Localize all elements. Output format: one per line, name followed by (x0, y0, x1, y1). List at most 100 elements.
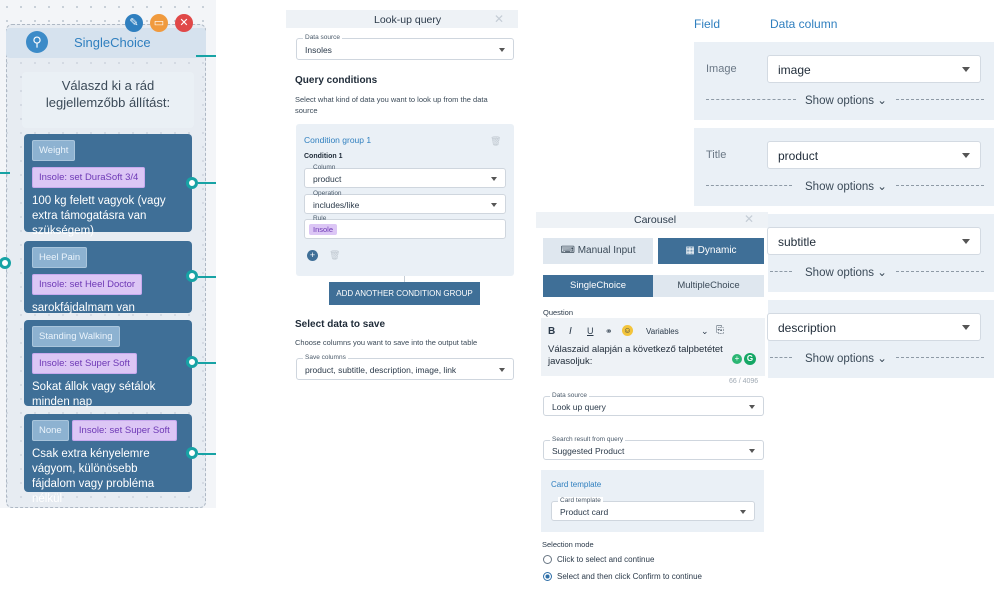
operation-value: includes/like (313, 200, 360, 210)
show-options-toggle[interactable]: Show options ⌄ (805, 93, 887, 107)
question-label: Question (543, 308, 574, 317)
variables-dropdown[interactable]: Variables (646, 327, 679, 336)
trash-icon[interactable]: 🗑 (329, 250, 340, 261)
comment-icon[interactable]: ▭ (150, 14, 168, 32)
column-label: Column (313, 164, 336, 171)
output-port[interactable] (186, 447, 198, 459)
column-value: description (778, 321, 837, 335)
rule-label: Rule (313, 215, 327, 222)
option-text: 100 kg felett vagyok (vagy extra támogat… (32, 195, 166, 237)
operation-select[interactable]: Operation includes/like (304, 190, 506, 214)
option-tag: Heel Pain (32, 247, 88, 268)
pencil-icon[interactable]: ✎ (125, 14, 143, 32)
keyboard-icon: ⌨ (560, 245, 578, 256)
tab-manual-input[interactable]: ⌨ Manual Input (543, 238, 653, 264)
chevron-down-icon (962, 325, 970, 330)
insert-variable-icon[interactable]: ⎘ (716, 325, 724, 336)
radio-click-select[interactable] (543, 555, 552, 564)
trash-icon[interactable]: ✕ (175, 14, 193, 32)
field-name: Title (706, 149, 727, 161)
carousel-panel: Carousel ✕ ⌨ Manual Input ▦ Dynamic Sing… (536, 212, 768, 600)
option-card-none[interactable]: None Insole: set Super Soft Csak extra k… (24, 414, 192, 505)
chevron-down-icon (499, 368, 505, 372)
grammarly-icon[interactable]: G (744, 353, 756, 365)
option-card-weight[interactable]: Weight Insole: set DuraSoft 3/4 100 kg f… (24, 134, 192, 237)
column-value: product (778, 149, 819, 163)
column-select[interactable]: subtitle (767, 227, 981, 255)
trash-icon[interactable]: 🗑 (490, 136, 501, 147)
chevron-down-icon[interactable]: ⌄ (701, 326, 709, 337)
data-source-value: Insoles (305, 45, 332, 55)
connector-line (198, 453, 216, 455)
rule-chip[interactable]: Insole (309, 224, 338, 235)
selection-mode-label: Selection mode (542, 540, 594, 549)
search-result-select[interactable]: Search result from query Suggested Produ… (543, 436, 764, 460)
radio-confirm-select[interactable] (543, 572, 552, 581)
output-port[interactable] (186, 270, 198, 282)
column-value: image (778, 63, 811, 77)
question-text[interactable]: Válaszaid alapján a következő talpbetéte… (548, 344, 734, 368)
tab-dynamic[interactable]: ▦ Dynamic (658, 238, 764, 264)
option-tag: Standing Walking (32, 326, 120, 347)
data-column-header: Data column (770, 17, 838, 31)
show-options-toggle[interactable]: Show options ⌄ (805, 179, 887, 193)
column-select[interactable]: description (767, 313, 981, 341)
save-columns-label: Save columns (303, 354, 348, 361)
card-template-label: Card template (558, 497, 603, 504)
option-card-standing-walking[interactable]: Standing Walking Insole: set Super Soft … (24, 320, 192, 408)
chevron-down-icon: ⌄ (877, 353, 887, 365)
bold-button[interactable]: B (548, 326, 555, 337)
column-select[interactable]: Column product (304, 164, 506, 188)
chevron-down-icon (740, 510, 746, 514)
show-options-toggle[interactable]: Show options ⌄ (805, 351, 887, 365)
operation-label: Operation (313, 190, 342, 197)
connector-line (196, 55, 216, 57)
divider (706, 99, 796, 100)
card-template-select[interactable]: Card template Product card (551, 497, 755, 521)
option-card-heel-pain[interactable]: Heel Pain Insole: set Heel Doctor sarokf… (24, 241, 192, 314)
add-condition-icon[interactable]: + (307, 250, 318, 261)
add-condition-group-button[interactable]: ADD ANOTHER CONDITION GROUP (329, 282, 480, 305)
data-source-select[interactable]: Data source Look up query (543, 392, 764, 416)
show-options-label: Show options (805, 181, 875, 193)
option-action: Insole: set Super Soft (32, 353, 137, 374)
tab-label: Manual Input (577, 245, 636, 256)
radio-label: Click to select and continue (557, 555, 655, 564)
output-port[interactable] (186, 177, 198, 189)
dialog-title: Carousel (634, 214, 677, 226)
column-select[interactable]: image (767, 55, 981, 83)
chevron-down-icon: ⌄ (877, 267, 887, 279)
column-select[interactable]: product (767, 141, 981, 169)
underline-button[interactable]: U (587, 326, 594, 336)
save-columns-select[interactable]: Save columns product, subtitle, descript… (296, 354, 514, 380)
card-template-value: Product card (560, 507, 609, 517)
output-port[interactable] (186, 356, 198, 368)
subtab-singlechoice[interactable]: SingleChoice (543, 275, 653, 297)
chevron-down-icon (491, 177, 497, 181)
query-conditions-desc: Select what kind of data you want to loo… (295, 95, 488, 115)
add-variable-icon[interactable]: + (732, 354, 742, 364)
divider (896, 99, 984, 100)
chevron-down-icon: ⌄ (877, 95, 887, 107)
show-options-label: Show options (805, 267, 875, 279)
rule-input[interactable]: Rule Insole (304, 215, 506, 239)
close-icon[interactable]: ✕ (744, 212, 754, 226)
link-icon[interactable]: ⚭ (605, 326, 613, 337)
emoji-icon[interactable]: ☺ (622, 325, 633, 336)
option-tag: Weight (32, 140, 76, 161)
chevron-down-icon (749, 405, 755, 409)
data-source-select[interactable]: Data source Insoles (296, 34, 514, 60)
chevron-down-icon (499, 48, 505, 52)
field-column-header: Field (694, 17, 721, 31)
column-value: product (313, 174, 342, 184)
show-options-toggle[interactable]: Show options ⌄ (805, 265, 887, 279)
card-template-heading: Card template (551, 480, 602, 489)
subtab-multiplechoice[interactable]: MultipleChoice (653, 275, 764, 297)
condition-title: Condition 1 (304, 153, 343, 160)
connector-line (0, 172, 10, 174)
node-question: Válaszd ki a rád legjellemzőbb állítást: (22, 72, 194, 128)
italic-button[interactable]: I (569, 326, 572, 337)
close-icon[interactable]: ✕ (494, 12, 504, 26)
data-source-value: Look up query (552, 402, 606, 412)
option-text: Csak extra kényelemre vágyom, különösebb… (32, 448, 155, 505)
